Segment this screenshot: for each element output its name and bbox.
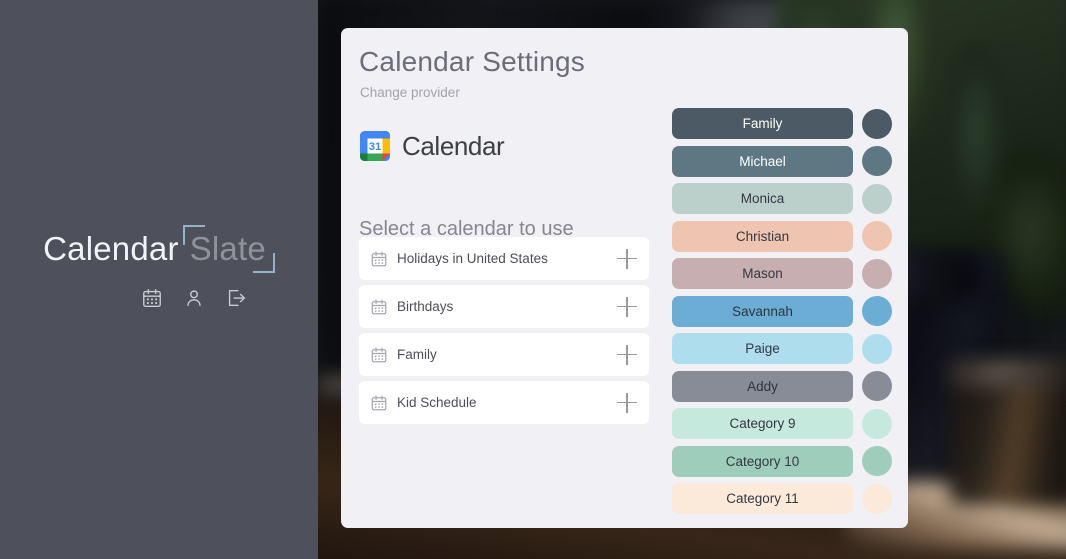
calendar-item-label: Birthdays <box>397 299 454 314</box>
category-color-swatch[interactable] <box>862 483 892 514</box>
logo-day-number: 31 <box>369 141 382 153</box>
calendar-icon <box>371 251 387 266</box>
calendar-icon <box>371 395 387 410</box>
category-row: Paige <box>672 333 892 364</box>
calendar-list-item[interactable]: Family <box>359 333 649 376</box>
category-color-swatch[interactable] <box>862 408 892 439</box>
calendar-icon[interactable] <box>140 286 164 310</box>
calendar-list-item[interactable]: Kid Schedule <box>359 381 649 424</box>
category-pill[interactable]: Christian <box>672 220 853 252</box>
category-pill[interactable]: Mason <box>672 258 853 289</box>
calendar-item-label: Family <box>397 347 437 362</box>
category-row: Category 11 <box>672 483 892 514</box>
category-color-swatch[interactable] <box>862 221 892 251</box>
category-color-swatch[interactable] <box>862 108 892 139</box>
category-color-swatch[interactable] <box>862 146 892 176</box>
category-pill[interactable]: Paige <box>672 333 853 364</box>
user-icon[interactable] <box>182 286 206 310</box>
category-color-swatch[interactable] <box>862 371 892 401</box>
category-row: Mason <box>672 258 892 289</box>
sidebar-icon-bar <box>0 286 318 310</box>
category-list: Family Michael Monica Christian Mason Savanna… <box>672 108 892 521</box>
calendar-list-item[interactable]: Birthdays <box>359 285 649 328</box>
provider-name: Calendar <box>402 130 505 161</box>
category-pill[interactable]: Savannah <box>672 295 853 327</box>
category-pill[interactable]: Category 9 <box>672 408 853 439</box>
calendar-icon <box>371 299 387 314</box>
calendar-settings-dialog: Calendar Settings Change provider 31 Cal… <box>341 28 908 528</box>
logout-icon[interactable] <box>224 286 248 310</box>
category-color-swatch[interactable] <box>862 183 892 214</box>
category-color-swatch[interactable] <box>862 333 892 364</box>
calendar-list-item[interactable]: Holidays in United States <box>359 237 649 280</box>
category-color-swatch[interactable] <box>862 258 892 289</box>
category-row: Michael <box>672 145 892 177</box>
category-row: Category 9 <box>672 408 892 439</box>
calendar-item-label: Holidays in United States <box>397 251 548 266</box>
google-calendar-logo: 31 <box>360 131 390 161</box>
app-logo-primary: Calendar <box>43 230 179 267</box>
category-row: Savannah <box>672 295 892 327</box>
provider-row[interactable]: 31 Calendar <box>357 128 505 164</box>
category-pill[interactable]: Addy <box>672 370 853 402</box>
category-pill[interactable]: Category 10 <box>672 445 853 477</box>
app-logo: Calendar Slate <box>0 225 318 273</box>
category-row: Addy <box>672 370 892 402</box>
add-calendar-icon[interactable] <box>617 392 637 413</box>
page-title: Calendar Settings <box>359 46 585 77</box>
category-row: Category 10 <box>672 445 892 477</box>
calendar-list: Holidays in United States Birthdays Fami… <box>359 232 649 424</box>
category-color-swatch[interactable] <box>862 296 892 326</box>
calendar-icon <box>371 347 387 362</box>
category-pill[interactable]: Monica <box>672 183 853 214</box>
add-calendar-icon[interactable] <box>617 248 637 269</box>
calendar-item-label: Kid Schedule <box>397 395 477 410</box>
category-pill[interactable]: Michael <box>672 145 853 177</box>
category-pill[interactable]: Category 11 <box>672 483 853 514</box>
change-provider-link[interactable]: Change provider <box>360 85 460 100</box>
category-row: Christian <box>672 220 892 252</box>
category-row: Family <box>672 108 892 139</box>
app-logo-accent: Slate <box>182 225 276 273</box>
category-color-swatch[interactable] <box>862 446 892 476</box>
category-row: Monica <box>672 183 892 214</box>
add-calendar-icon[interactable] <box>617 344 637 365</box>
add-calendar-icon[interactable] <box>617 296 637 317</box>
category-pill[interactable]: Family <box>672 108 853 139</box>
sidebar: Calendar Slate <box>0 0 318 559</box>
